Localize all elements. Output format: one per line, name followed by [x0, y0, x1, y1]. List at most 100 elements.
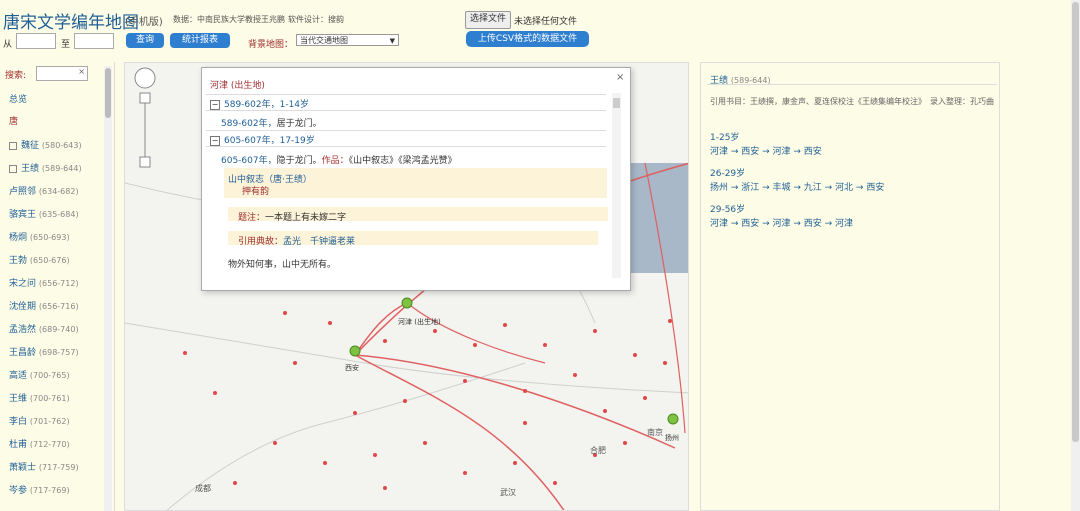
poet-name: 王勃 [9, 256, 28, 266]
divider [206, 130, 606, 131]
poet-item[interactable]: 王维 (700-761) [9, 391, 70, 404]
poet-years: (656-712) [38, 279, 79, 288]
poet-name: 王绩 [21, 164, 40, 174]
zoom-in-icon [139, 92, 151, 104]
poet-item[interactable]: 王绩 (589-644) [9, 161, 82, 174]
collapse-icon[interactable]: − [210, 99, 220, 110]
from-year-input[interactable] [16, 33, 56, 49]
expand-icon[interactable] [9, 141, 17, 150]
poet-item[interactable]: 宋之问 (656-712) [9, 276, 79, 289]
poet-item[interactable]: 王昌龄 (698-757) [9, 345, 79, 358]
map-marker-yangzhou[interactable] [667, 413, 679, 425]
poet-years: (700-761) [29, 394, 70, 403]
poet-item[interactable]: 李白 (701-762) [9, 414, 70, 427]
timeline-entry: 605-607年，隐于龙门。作品：《山中叙志》《梁鸿孟光赞》 [221, 153, 457, 166]
data-credit: 数据：中南民族大学教授王兆鹏 [173, 15, 285, 24]
city-label-hefei: 合肥 [590, 445, 606, 455]
dropdown-arrow-icon: ▼ [389, 37, 395, 45]
upload-csv-button[interactable]: 上传CSV格式的数据文件 [466, 31, 589, 47]
zoom-out-icon [139, 156, 151, 168]
poet-name: 孟浩然 [9, 325, 37, 335]
poem-line: 物外知何事，山中无所有。 [228, 260, 337, 270]
poet-years: (698-757) [38, 348, 79, 357]
poet-item[interactable]: 卢照邻 (634-682) [9, 184, 79, 197]
divider [206, 146, 606, 147]
popup-place-title: 河津 (出生地) [210, 81, 265, 91]
poet-item[interactable]: 杨炯 (650-693) [9, 230, 70, 243]
pin-icon [667, 413, 679, 425]
works-list[interactable]: 《山中叙志》《梁鸿孟光赞》 [349, 156, 457, 166]
background-map-select[interactable]: 当代交通地图 ▼ [296, 34, 399, 46]
route-text[interactable]: 河津 → 西安 → 河津 → 西安 [710, 144, 822, 157]
clear-icon[interactable]: × [78, 67, 85, 76]
poem-rhyme: 押有韵 [242, 187, 270, 197]
poet-name: 李白 [9, 417, 28, 427]
period-label: 605-607年，17-19岁 [224, 136, 315, 146]
poet-name: 萧颖士 [9, 463, 37, 473]
poet-item[interactable]: 高适 (700-765) [9, 368, 70, 381]
entry-year: 589-602年， [221, 119, 277, 129]
period-header[interactable]: −589-602年，1-14岁 [210, 97, 309, 110]
entry-text: 隐于龙门。 [276, 156, 322, 166]
collapse-icon[interactable]: − [210, 135, 220, 146]
poem-title[interactable]: 山中叙志（唐·王绩） [228, 172, 312, 185]
period-header[interactable]: −605-607年，17-19岁 [210, 133, 315, 146]
allusion-text[interactable]: 孟光 千钟逼老莱 [283, 237, 355, 247]
query-button[interactable]: 查询 [126, 33, 164, 48]
poet-name: 魏征 [21, 141, 40, 151]
search-input[interactable]: × [36, 66, 88, 81]
poet-item[interactable]: 岑参 (717-769) [9, 483, 70, 496]
page-scroll-thumb[interactable] [1072, 2, 1079, 442]
age-range-label: 29-56岁 [710, 205, 746, 215]
poet-name: 宋之问 [9, 279, 37, 289]
poet-item[interactable]: 沈佺期 (656-716) [9, 299, 79, 312]
zoom-control[interactable] [134, 67, 156, 168]
entry-text: 居于龙门。 [276, 119, 322, 129]
divider [206, 94, 606, 95]
choose-file-button[interactable]: 选择文件 [465, 11, 512, 29]
poet-item[interactable]: 萧颖士 (717-759) [9, 460, 79, 473]
poet-name: 杜甫 [9, 440, 28, 450]
poet-item[interactable]: 王勃 (650-676) [9, 253, 70, 266]
close-icon[interactable]: × [616, 72, 624, 83]
poet-name: 岑参 [9, 486, 28, 496]
route-text[interactable]: 扬州 → 浙江 → 丰城 → 九江 → 河北 → 西安 [710, 180, 884, 193]
timeline-entry: 589-602年，居于龙门。 [221, 116, 322, 129]
popup-scroll-thumb[interactable] [613, 98, 620, 108]
province-border [166, 362, 526, 510]
sidebar-scrollbar[interactable] [104, 66, 112, 511]
report-button[interactable]: 统计报表 [170, 33, 230, 48]
overview-link[interactable]: 总览 [9, 92, 27, 105]
city-label-chengdu: 成都 [195, 483, 211, 493]
sidebar-scroll-thumb[interactable] [105, 68, 111, 118]
poet-name: 沈佺期 [9, 302, 37, 312]
city-label-nanjing: 南京 [647, 427, 663, 437]
popup-scrollbar[interactable] [612, 93, 621, 278]
divider [707, 84, 997, 85]
poet-sidebar: 搜索: × 总览 唐 魏征 (580-643) 王绩 (589-644) 卢照邻… [0, 62, 115, 511]
to-year-input[interactable] [74, 33, 114, 49]
note-text: 一本题上有未嫁二字 [265, 213, 347, 223]
pin-icon [349, 345, 361, 357]
poet-item[interactable]: 骆宾王 (635-684) [9, 207, 79, 220]
poem-note: 题注：一本题上有未嫁二字 [238, 210, 346, 223]
file-status: 未选择任何文件 [514, 17, 578, 27]
expand-icon[interactable] [9, 164, 17, 173]
works-label: 作品： [321, 156, 349, 166]
map-marker-hejin[interactable] [401, 297, 413, 309]
mobile-version-link[interactable]: (手机版) [125, 13, 163, 28]
city-dots [183, 311, 672, 490]
city-label-yangzhou: 扬州 [665, 433, 679, 442]
map-marker-xian[interactable] [349, 345, 361, 357]
route-text[interactable]: 河津 → 西安 → 河津 → 西安 → 河津 [710, 216, 853, 229]
allusion-note: 引用典故：孟光 千钟逼老莱 [238, 234, 355, 247]
poet-name: 骆宾王 [9, 210, 37, 220]
poet-item[interactable]: 孟浩然 (689-740) [9, 322, 79, 335]
background-map-value: 当代交通地图 [300, 36, 348, 45]
to-label: 至 [61, 40, 71, 50]
info-popup: × 河津 (出生地) −589-602年，1-14岁 589-602年，居于龙门… [201, 67, 631, 291]
poet-years: (689-740) [38, 325, 79, 334]
poet-item[interactable]: 魏征 (580-643) [9, 138, 82, 151]
poet-item[interactable]: 杜甫 (712-770) [9, 437, 70, 450]
route-line [406, 302, 546, 364]
